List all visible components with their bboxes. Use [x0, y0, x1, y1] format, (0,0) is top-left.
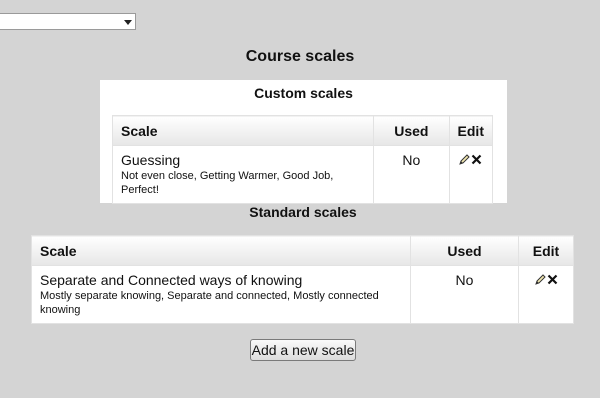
custom-scales-table: Scale Used Edit Guessing Not even close,… — [111, 115, 494, 204]
col-header-used: Used — [373, 115, 450, 146]
used-value: No — [455, 272, 474, 288]
col-header-edit: Edit — [518, 235, 574, 266]
delete-x-icon[interactable] — [547, 274, 558, 285]
scale-items: Not even close, Getting Warmer, Good Job… — [121, 170, 334, 196]
top-select[interactable] — [0, 13, 136, 30]
col-header-edit: Edit — [448, 115, 494, 146]
used-cell: No — [410, 265, 519, 324]
scale-items: Mostly separate knowing, Separate and co… — [40, 290, 379, 316]
scale-name: Guessing — [121, 152, 181, 168]
scale-name: Separate and Connected ways of knowing — [40, 272, 303, 288]
scale-cell: Separate and Connected ways of knowing M… — [31, 265, 411, 324]
used-cell: No — [373, 145, 450, 204]
table-row: Separate and Connected ways of knowing M… — [31, 265, 574, 324]
col-header-scale: Scale — [111, 115, 375, 146]
standard-scales-title: Standard scales — [249, 204, 357, 220]
table-row: Guessing Not even close, Getting Warmer,… — [111, 145, 494, 204]
page-title: Course scales — [245, 48, 355, 65]
edit-cell — [448, 145, 494, 204]
chevron-down-icon — [124, 20, 132, 25]
used-value: No — [402, 152, 421, 168]
edit-pencil-icon[interactable] — [534, 274, 546, 285]
delete-x-icon[interactable] — [471, 154, 482, 165]
edit-pencil-icon[interactable] — [459, 154, 470, 165]
col-header-scale: Scale — [31, 235, 411, 266]
add-new-scale-button[interactable]: Add a new scale — [250, 339, 356, 361]
scale-cell: Guessing Not even close, Getting Warmer,… — [111, 145, 375, 204]
edit-cell — [518, 265, 574, 324]
custom-scales-panel: Custom scales Scale Used Edit Guessing N… — [100, 80, 507, 204]
col-header-used: Used — [410, 235, 519, 266]
custom-scales-title: Custom scales — [254, 85, 353, 101]
standard-scales-table: Scale Used Edit Separate and Connected w… — [31, 235, 574, 324]
